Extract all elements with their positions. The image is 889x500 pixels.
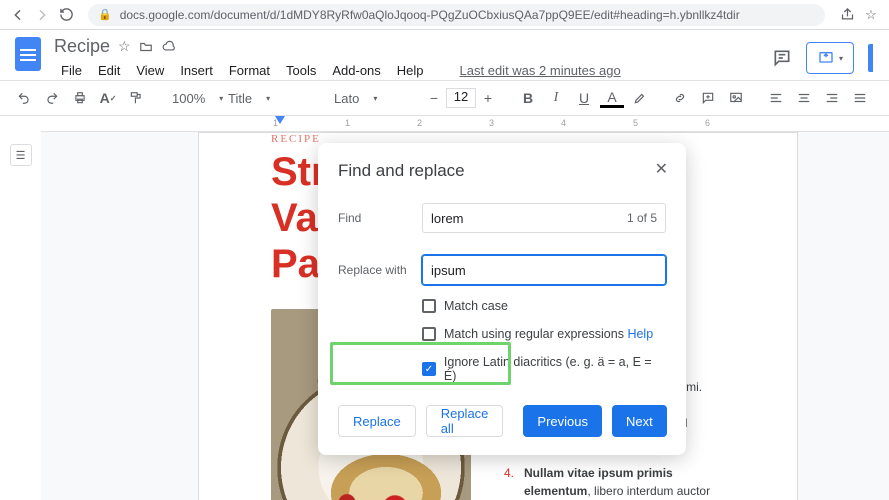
highlight-color-icon[interactable] xyxy=(628,86,652,110)
style-select[interactable]: Title▾ xyxy=(220,91,310,106)
list-item: 4. Nullam vitae ipsum primis elementum, … xyxy=(504,464,719,500)
underline-icon[interactable]: U xyxy=(572,86,596,110)
insert-image-icon[interactable] xyxy=(724,86,748,110)
cloud-saved-icon[interactable] xyxy=(161,40,177,54)
match-count: 1 of 5 xyxy=(627,211,657,225)
menu-view[interactable]: View xyxy=(129,59,171,82)
paint-format-icon[interactable] xyxy=(124,86,148,110)
align-center-icon[interactable] xyxy=(792,86,816,110)
reload-icon[interactable] xyxy=(56,5,76,25)
docs-logo[interactable] xyxy=(10,36,46,72)
docs-header: Recipe ☆ File Edit View Insert Format To… xyxy=(0,30,889,80)
match-case-label: Match case xyxy=(444,299,508,313)
left-gutter: ☰ xyxy=(0,116,41,500)
undo-icon[interactable] xyxy=(12,86,36,110)
avatar[interactable] xyxy=(868,44,873,72)
italic-icon[interactable]: I xyxy=(544,86,568,110)
increase-font-icon[interactable]: + xyxy=(476,86,500,110)
replace-label: Replace with xyxy=(338,263,408,277)
replace-button[interactable]: Replace xyxy=(338,405,416,437)
find-replace-dialog: Find and replace ✕ Find lorem 1 of 5 Rep… xyxy=(318,143,686,455)
menu-addons[interactable]: Add-ons xyxy=(325,59,387,82)
toolbar: A✓ 100%▾ Title▾ Lato▾ − 12 + B I U A ▾ ▾… xyxy=(0,80,889,116)
match-case-checkbox[interactable] xyxy=(422,299,436,313)
find-input[interactable]: lorem 1 of 5 xyxy=(422,203,666,233)
regex-checkbox[interactable] xyxy=(422,327,436,341)
align-right-icon[interactable] xyxy=(820,86,844,110)
menu-edit[interactable]: Edit xyxy=(91,59,127,82)
find-label: Find xyxy=(338,211,408,225)
align-justify-icon[interactable] xyxy=(848,86,872,110)
document-title[interactable]: Recipe xyxy=(54,36,110,57)
align-left-icon[interactable] xyxy=(764,86,788,110)
zoom-select[interactable]: 100%▾ xyxy=(164,91,204,106)
present-button[interactable]: ▾ xyxy=(806,42,854,74)
regex-label: Match using regular expressions Help xyxy=(444,327,653,341)
back-icon[interactable] xyxy=(8,5,28,25)
next-button[interactable]: Next xyxy=(612,405,667,437)
share-page-icon[interactable] xyxy=(837,5,857,25)
add-comment-icon[interactable] xyxy=(696,86,720,110)
close-icon[interactable]: ✕ xyxy=(655,159,668,179)
spellcheck-icon[interactable]: A✓ xyxy=(96,86,120,110)
font-select[interactable]: Lato▾ xyxy=(326,91,406,106)
menu-format[interactable]: Format xyxy=(222,59,277,82)
lock-icon: 🔒 xyxy=(98,8,112,21)
document-outline-icon[interactable]: ☰ xyxy=(10,144,32,166)
previous-button[interactable]: Previous xyxy=(523,405,602,437)
menu-help[interactable]: Help xyxy=(390,59,431,82)
replace-all-button[interactable]: Replace all xyxy=(426,405,504,437)
diacritics-label: Ignore Latin diacritics (e. g. ä = a, E … xyxy=(444,355,666,383)
print-icon[interactable] xyxy=(68,86,92,110)
menu-bar: File Edit View Insert Format Tools Add-o… xyxy=(54,59,772,82)
url-text: docs.google.com/document/d/1dMDY8RyRfw0a… xyxy=(120,8,740,22)
browser-chrome: 🔒 docs.google.com/document/d/1dMDY8RyRfw… xyxy=(0,0,889,30)
text-color-icon[interactable]: A xyxy=(600,88,624,108)
diacritics-checkbox[interactable]: ✓ xyxy=(422,362,436,376)
last-edit-link[interactable]: Last edit was 2 minutes ago xyxy=(453,59,628,82)
dialog-title: Find and replace xyxy=(338,161,666,181)
menu-insert[interactable]: Insert xyxy=(173,59,220,82)
move-icon[interactable] xyxy=(139,40,153,54)
menu-tools[interactable]: Tools xyxy=(279,59,323,82)
forward-icon[interactable] xyxy=(32,5,52,25)
ruler[interactable]: 1 1 2 3 4 5 6 xyxy=(41,116,889,132)
star-icon[interactable]: ☆ xyxy=(118,38,131,55)
help-link[interactable]: Help xyxy=(627,327,653,341)
bold-icon[interactable]: B xyxy=(516,86,540,110)
decrease-font-icon[interactable]: − xyxy=(422,86,446,110)
bookmark-icon[interactable]: ☆ xyxy=(861,5,881,25)
replace-input[interactable]: ipsum xyxy=(422,255,666,285)
redo-icon[interactable] xyxy=(40,86,64,110)
address-bar[interactable]: 🔒 docs.google.com/document/d/1dMDY8RyRfw… xyxy=(88,4,825,26)
comments-icon[interactable] xyxy=(772,48,792,68)
font-size-input[interactable]: 12 xyxy=(446,88,476,108)
menu-file[interactable]: File xyxy=(54,59,89,82)
insert-link-icon[interactable] xyxy=(668,86,692,110)
